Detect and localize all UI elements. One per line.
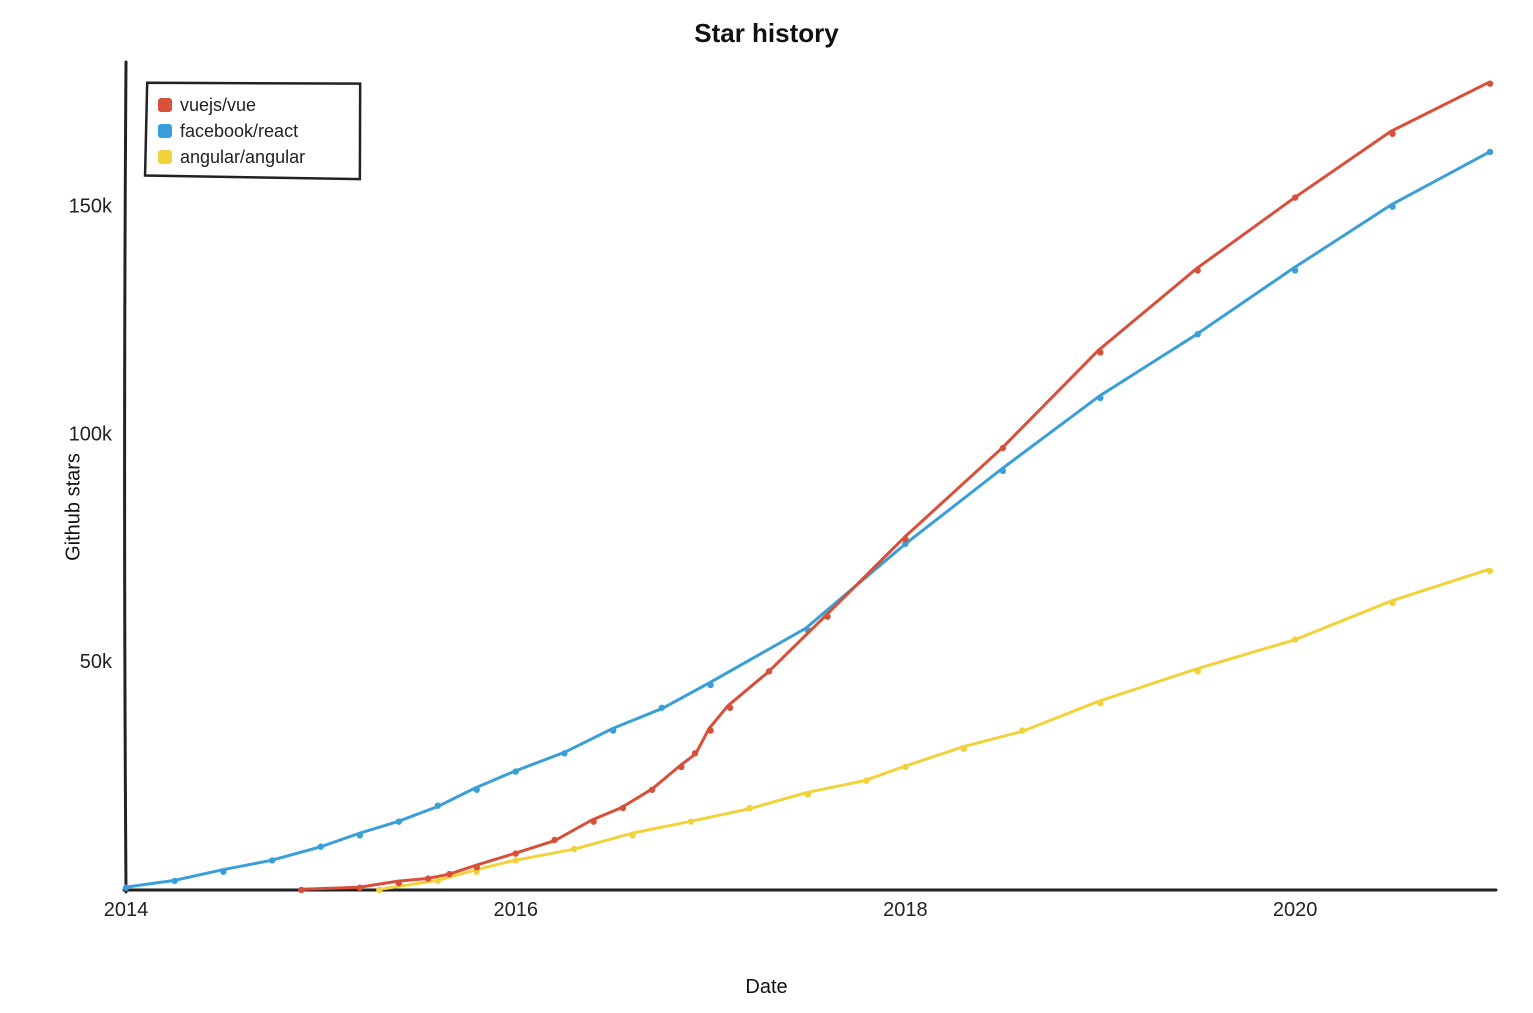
series-point (551, 837, 557, 843)
legend-label: vuejs/vue (180, 95, 256, 115)
series-point (659, 705, 665, 711)
chart-svg: 50k100k150k2014201620182020vuejs/vueface… (120, 60, 1500, 930)
series-point (1000, 445, 1006, 451)
y-tick-label: 150k (69, 196, 113, 218)
series-point (1292, 267, 1298, 273)
series-point (1292, 636, 1298, 642)
series-point (1097, 395, 1103, 401)
series-point (357, 832, 363, 838)
series-point (707, 727, 713, 733)
series-point (727, 705, 733, 711)
series-point (1000, 468, 1006, 474)
series-point (474, 787, 480, 793)
x-tick-label: 2020 (1273, 899, 1318, 921)
star-history-chart: Star history Github stars Date 50k 100k 15… (0, 0, 1533, 1013)
legend-swatch (158, 150, 172, 164)
series-point (824, 613, 830, 619)
series-point (1195, 267, 1201, 273)
series-point (688, 818, 694, 824)
series-point (1195, 668, 1201, 674)
series-line-angular-angular (380, 569, 1489, 889)
series-point (961, 746, 967, 752)
series-point (766, 668, 772, 674)
series-point (707, 682, 713, 688)
series-point (396, 818, 402, 824)
legend-label: angular/angular (180, 147, 305, 167)
legend-swatch (158, 124, 172, 138)
series-point (571, 846, 577, 852)
legend-swatch (158, 98, 172, 112)
series-point (902, 764, 908, 770)
series-point (1097, 700, 1103, 706)
series-point (805, 791, 811, 797)
series-point (746, 805, 752, 811)
series-point (629, 832, 635, 838)
series-point (425, 875, 431, 881)
series-point (1195, 331, 1201, 337)
series-point (435, 803, 441, 809)
y-axis (125, 62, 126, 892)
series-point (513, 850, 519, 856)
series-point (863, 777, 869, 783)
chart-title: Star history (0, 18, 1533, 49)
series-point (513, 857, 519, 863)
series-point (561, 750, 567, 756)
series-point (1487, 568, 1493, 574)
series-point (1019, 727, 1025, 733)
series-point (172, 878, 178, 884)
series-point (692, 750, 698, 756)
series-point (1097, 349, 1103, 355)
series-point (446, 871, 452, 877)
x-tick-label: 2014 (104, 899, 149, 921)
series-point (610, 727, 616, 733)
series-point (220, 869, 226, 875)
series-point (298, 887, 304, 893)
series-point (1389, 203, 1395, 209)
series-point (474, 864, 480, 870)
y-axis-label: Github stars (62, 453, 85, 561)
x-tick-label: 2018 (883, 899, 928, 921)
x-tick-label: 2016 (493, 899, 538, 921)
series-point (513, 768, 519, 774)
series-point (269, 857, 275, 863)
series-point (620, 805, 626, 811)
y-tick-label: 50k (80, 651, 113, 673)
series-point (649, 787, 655, 793)
series-point (678, 764, 684, 770)
series-point (1487, 80, 1493, 86)
series-point (357, 885, 363, 891)
series-point (123, 885, 129, 891)
series-point (902, 536, 908, 542)
legend-label: facebook/react (180, 121, 298, 141)
series-point (376, 887, 382, 893)
y-tick-label: 100k (69, 423, 113, 445)
legend: vuejs/vue facebook/react angular/angular (145, 83, 360, 179)
x-axis-label: Date (0, 976, 1533, 999)
series-point (318, 844, 324, 850)
plot-area: 50k100k150k2014201620182020vuejs/vueface… (120, 60, 1500, 930)
series-point (1389, 131, 1395, 137)
series-point (435, 878, 441, 884)
series-point (1389, 600, 1395, 606)
series-line-facebook-react (127, 152, 1490, 887)
series-point (1487, 149, 1493, 155)
series-point (396, 880, 402, 886)
series-point (590, 818, 596, 824)
series-point (1292, 194, 1298, 200)
